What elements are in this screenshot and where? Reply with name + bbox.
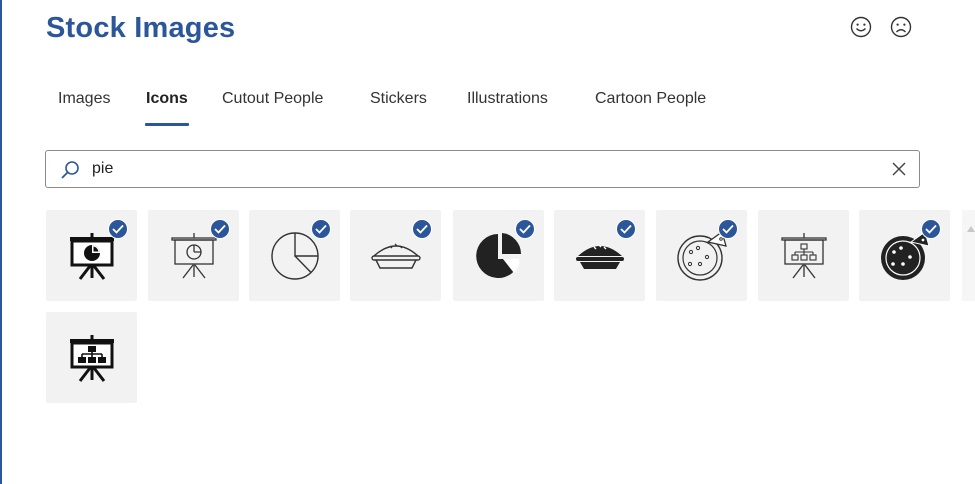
presentation-pie-chart-filled-icon [70,233,114,280]
search-input[interactable] [92,157,872,181]
selected-check-icon [515,219,535,239]
result-tile[interactable] [249,210,340,301]
selected-check-icon [718,219,738,239]
tab-images[interactable]: Images [58,90,110,108]
active-tab-indicator [145,123,189,126]
tab-cartoon-people[interactable]: Cartoon People [595,90,706,108]
result-tile[interactable] [758,210,849,301]
selected-check-icon [108,219,128,239]
pie-chart-outline-icon [271,232,319,280]
frown-icon [890,16,912,38]
search-box [45,150,920,188]
smile-icon [850,16,872,38]
presentation-org-chart-outline-icon [781,233,827,279]
selected-check-icon [311,219,331,239]
search-icon [61,161,79,179]
panel-title: Stock Images [46,12,236,44]
frown-feedback-button[interactable] [890,16,912,38]
pie-chart-filled-icon [476,233,522,278]
tab-illustrations[interactable]: Illustrations [467,90,548,108]
result-tile-partial [962,210,975,301]
panel-left-border [0,0,2,484]
close-icon[interactable] [891,161,907,177]
result-tile[interactable] [656,210,747,301]
tab-stickers[interactable]: Stickers [370,90,427,108]
scroll-up-arrow-icon[interactable] [967,226,975,232]
presentation-org-chart-filled-icon [70,335,114,382]
selected-check-icon [412,219,432,239]
result-tile[interactable] [46,312,137,403]
selected-check-icon [210,219,230,239]
result-tile[interactable] [148,210,239,301]
selected-check-icon [921,219,941,239]
result-tile[interactable] [453,210,544,301]
presentation-pie-chart-outline-icon [171,233,217,279]
pizza-filled-icon [881,231,930,280]
tab-icons[interactable]: Icons [146,90,188,108]
pizza-outline-icon [677,230,727,281]
result-tile[interactable] [350,210,441,301]
result-tile[interactable] [859,210,950,301]
result-tile[interactable] [554,210,645,301]
tab-cutout-people[interactable]: Cutout People [222,90,323,108]
selected-check-icon [616,219,636,239]
smile-feedback-button[interactable] [850,16,872,38]
result-tile[interactable] [46,210,137,301]
